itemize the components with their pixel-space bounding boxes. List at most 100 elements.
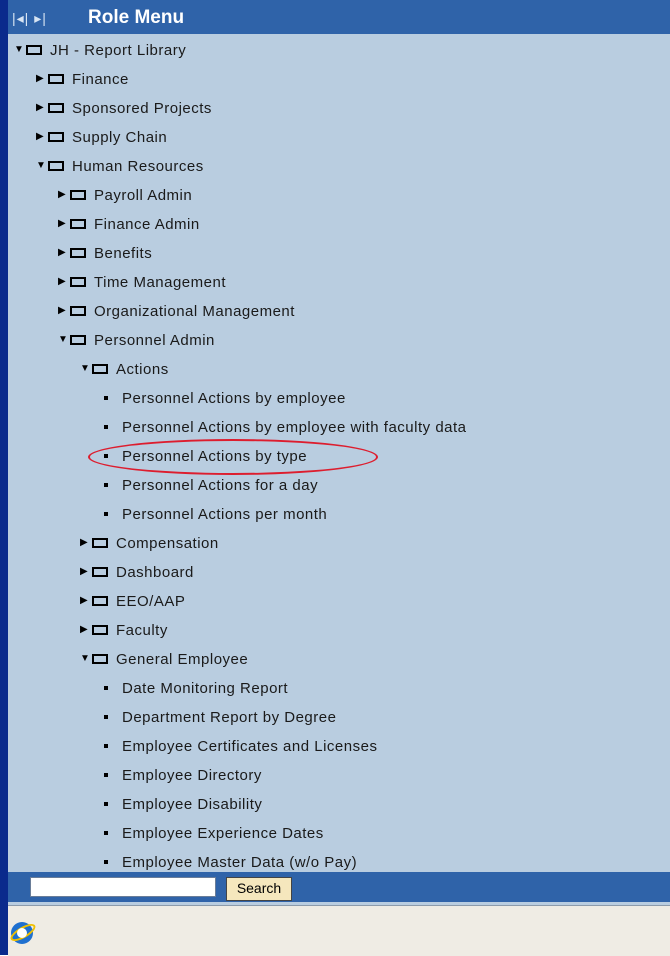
folder-icon [70, 277, 86, 287]
status-bar [8, 905, 670, 956]
tree-folder-item[interactable]: ▶ Sponsored Projects [36, 97, 212, 119]
report-bullet-icon [104, 744, 108, 748]
report-bullet-icon [104, 396, 108, 400]
tree-item-label: Date Monitoring Report [122, 679, 289, 697]
role-menu-panel: |◂| ▸| Role Menu ▼ JH - Report Library ▶ Fi… [8, 0, 670, 956]
report-tree: ▼ JH - Report Library ▶ Finance ▶ Sponsored P… [8, 34, 670, 872]
triangle-right-icon[interactable]: ▶ [58, 219, 70, 229]
report-bullet-icon [104, 483, 108, 487]
tree-folder-item[interactable]: ▼ General Employee [80, 648, 248, 670]
tree-item-label: Personnel Actions for a day [122, 476, 319, 494]
tree-item-label: Personnel Admin [94, 331, 215, 349]
tree-item-label: Compensation [116, 534, 219, 552]
folder-icon [70, 306, 86, 316]
tree-item-label: Employee Certificates and Licenses [122, 737, 378, 755]
tree-item-label: JH - Report Library [50, 41, 187, 59]
triangle-right-icon[interactable]: ▶ [36, 132, 48, 142]
app-frame: |◂| ▸| Role Menu ▼ JH - Report Library ▶ Fi… [0, 0, 670, 956]
tree-item-label: Organizational Management [94, 302, 295, 320]
folder-icon [70, 190, 86, 200]
tree-report-item[interactable]: Employee Disability [102, 793, 262, 815]
tree-report-item[interactable]: Employee Certificates and Licenses [102, 735, 377, 757]
triangle-right-icon[interactable]: ▶ [58, 306, 70, 316]
tree-item-label: General Employee [116, 650, 249, 668]
search-bar: Search [8, 872, 670, 902]
triangle-right-icon[interactable]: ▶ [80, 567, 92, 577]
triangle-right-icon[interactable]: ▶ [36, 74, 48, 84]
search-button[interactable]: Search [226, 877, 292, 901]
folder-icon [26, 45, 42, 55]
folder-icon [92, 654, 108, 664]
tree-item-label: Finance [72, 70, 129, 88]
tree-folder-item[interactable]: ▶ EEO/AAP [80, 590, 185, 612]
report-bullet-icon [104, 860, 108, 864]
title-bar: |◂| ▸| Role Menu [8, 0, 670, 34]
panel-title: Role Menu [88, 7, 185, 28]
tree-report-item[interactable]: Date Monitoring Report [102, 677, 288, 699]
tree-report-item[interactable]: Personnel Actions by employee [102, 387, 346, 409]
tree-item-label: Payroll Admin [94, 186, 193, 204]
tree-report-item[interactable]: Employee Master Data (w/o Pay) [102, 851, 357, 873]
triangle-down-icon[interactable]: ▼ [36, 161, 48, 171]
tree-folder-item[interactable]: ▼ JH - Report Library [14, 39, 186, 61]
tree-folder-item[interactable]: ▶ Benefits [58, 242, 152, 264]
tree-folder-item[interactable]: ▶ Finance Admin [58, 213, 200, 235]
report-bullet-icon [104, 425, 108, 429]
tree-folder-item[interactable]: ▶ Supply Chain [36, 126, 167, 148]
report-bullet-icon [104, 686, 108, 690]
tree-report-item[interactable]: Personnel Actions for a day [102, 474, 318, 496]
triangle-down-icon[interactable]: ▼ [58, 335, 70, 345]
tree-item-label: Sponsored Projects [72, 99, 212, 117]
triangle-right-icon[interactable]: ▶ [58, 277, 70, 287]
triangle-right-icon[interactable]: ▶ [58, 248, 70, 258]
report-bullet-icon [104, 802, 108, 806]
triangle-down-icon[interactable]: ▼ [14, 45, 26, 55]
tree-item-label: Actions [116, 360, 169, 378]
folder-icon [48, 161, 64, 171]
tree-report-item[interactable]: Personnel Actions by employee with facul… [102, 416, 467, 438]
tree-folder-item[interactable]: ▶ Time Management [58, 271, 226, 293]
tree-item-label: Supply Chain [72, 128, 168, 146]
report-bullet-icon [104, 831, 108, 835]
folder-icon [70, 335, 86, 345]
triangle-right-icon[interactable]: ▶ [36, 103, 48, 113]
tree-folder-item[interactable]: ▼ Actions [80, 358, 169, 380]
triangle-down-icon[interactable]: ▼ [80, 654, 92, 664]
triangle-right-icon[interactable]: ▶ [80, 538, 92, 548]
tree-folder-item[interactable]: ▶ Payroll Admin [58, 184, 192, 206]
triangle-down-icon[interactable]: ▼ [80, 364, 92, 374]
folder-icon [70, 219, 86, 229]
tree-report-item[interactable]: Department Report by Degree [102, 706, 336, 728]
tree-folder-item[interactable]: ▶ Faculty [80, 619, 168, 641]
tree-item-label: Faculty [116, 621, 168, 639]
internet-explorer-icon [11, 922, 33, 944]
triangle-right-icon[interactable]: ▶ [80, 596, 92, 606]
triangle-right-icon[interactable]: ▶ [58, 190, 70, 200]
tree-folder-item[interactable]: ▼ Human Resources [36, 155, 204, 177]
folder-icon [48, 132, 64, 142]
tree-item-label: Personnel Actions by employee with facul… [122, 418, 467, 436]
tree-item-label: Benefits [94, 244, 153, 262]
folder-icon [48, 103, 64, 113]
tree-report-item[interactable]: Employee Experience Dates [102, 822, 324, 844]
folder-icon [92, 596, 108, 606]
tree-item-label: EEO/AAP [116, 592, 186, 610]
triangle-right-icon[interactable]: ▶ [80, 625, 92, 635]
tree-report-item[interactable]: Personnel Actions per month [102, 503, 327, 525]
panel-nav-arrows-icon[interactable]: |◂| ▸| [12, 10, 47, 27]
folder-icon [70, 248, 86, 258]
tree-item-label: Human Resources [72, 157, 204, 175]
tree-item-label: Employee Experience Dates [122, 824, 324, 842]
folder-icon [92, 538, 108, 548]
tree-report-item[interactable]: Employee Directory [102, 764, 262, 786]
tree-folder-item[interactable]: ▶ Finance [36, 68, 129, 90]
search-input[interactable] [30, 877, 216, 897]
tree-folder-item[interactable]: ▶ Compensation [80, 532, 219, 554]
tree-item-label: Personnel Actions per month [122, 505, 328, 523]
folder-icon [92, 364, 108, 374]
tree-item-label: Employee Master Data (w/o Pay) [122, 853, 358, 871]
tree-folder-item[interactable]: ▼ Personnel Admin [58, 329, 215, 351]
tree-folder-item[interactable]: ▶ Dashboard [80, 561, 194, 583]
tree-item-label: Employee Directory [122, 766, 262, 784]
tree-folder-item[interactable]: ▶ Organizational Management [58, 300, 295, 322]
